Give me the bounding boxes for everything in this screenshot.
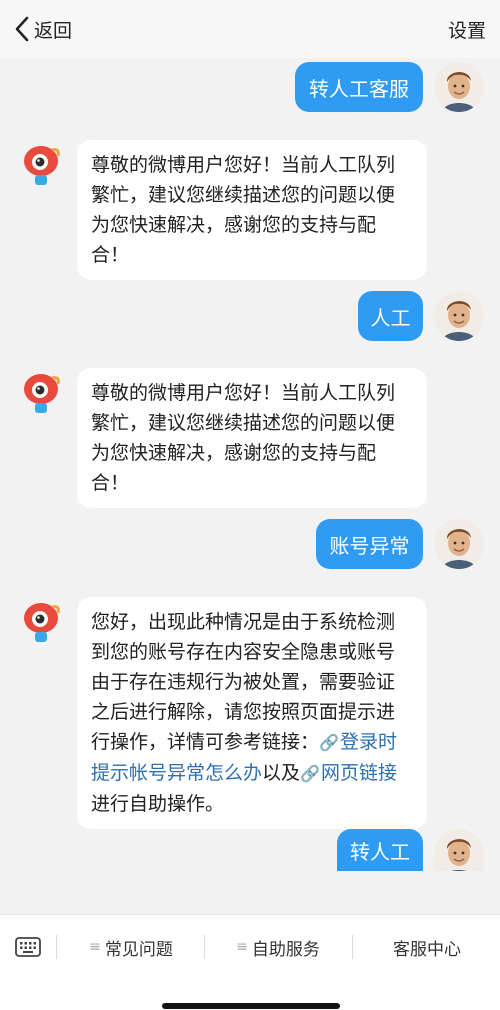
user-avatar [434,291,484,341]
menu-service-center[interactable]: 客服中心 [354,935,500,960]
divider [204,935,205,959]
message-text: 账号异常 [329,533,410,558]
weibo-bot-icon [16,368,66,418]
user-avatar [434,829,484,871]
message-text: 进行自助操作。 [91,793,225,815]
user-message: 账号异常 [316,519,423,569]
user-avatar-icon [434,829,484,871]
user-avatar [434,62,484,112]
home-indicator [162,1003,340,1009]
link-icon: 🔗 [300,764,320,783]
bot-message: 尊敬的微博用户您好！当前人工队列繁忙，建议您继续描述您的问题以便为您快速解决，感… [77,368,427,508]
bot-avatar [16,140,66,190]
menu-label: 客服中心 [393,939,461,960]
message-text: 人工 [370,305,411,330]
menu-label: 自助服务 [251,939,320,960]
weibo-bot-icon [16,140,66,190]
link-text: 网页链接 [320,762,397,784]
message-text: 尊敬的微博用户您好！当前人工队列繁忙，建议您继续描述您的问题以便为您快速解决，感… [91,154,396,266]
menu-label: 常见问题 [104,939,173,960]
message-text: 转人工 [350,839,410,864]
keyboard-icon[interactable] [14,933,42,961]
link-web-page[interactable]: 🔗网页链接 [300,762,397,784]
user-avatar-icon [434,291,484,341]
menu-self-service[interactable]: ≡ 自助服务 [206,935,350,960]
user-avatar-icon [434,62,484,112]
divider [352,935,353,959]
link-icon: 🔗 [319,733,339,752]
bot-message: 尊敬的微博用户您好！当前人工队列繁忙，建议您继续描述您的问题以便为您快速解决，感… [77,140,427,280]
bot-avatar [16,368,66,418]
menu-lines-icon: ≡ [89,939,101,955]
menu-faq[interactable]: ≡ 常见问题 [60,935,202,960]
bot-message: 您好，出现此种情况是由于系统检测到您的账号存在内容安全隐患或账号由于存在违规行为… [77,597,427,829]
user-message: 转人工 [337,829,423,871]
top-bar: 返回 设置 [0,0,500,58]
user-message: 转人工客服 [295,62,423,112]
user-avatar [434,519,484,569]
chevron-left-icon [15,16,29,42]
user-avatar-icon [434,519,484,569]
message-text: 以及 [262,762,301,784]
bot-avatar [16,597,66,647]
message-text: 转人工客服 [309,76,409,101]
back-button[interactable]: 返回 [14,14,72,44]
user-message: 人工 [358,291,423,341]
bottom-bar: ≡ 常见问题 ≡ 自助服务 客服中心 [0,914,500,1010]
back-label: 返回 [34,19,73,42]
settings-button[interactable]: 设置 [448,16,486,43]
weibo-bot-icon [16,597,66,647]
message-text: 尊敬的微博用户您好！当前人工队列繁忙，建议您继续描述您的问题以便为您快速解决，感… [91,382,396,494]
menu-lines-icon: ≡ [236,939,248,955]
divider [56,935,57,959]
